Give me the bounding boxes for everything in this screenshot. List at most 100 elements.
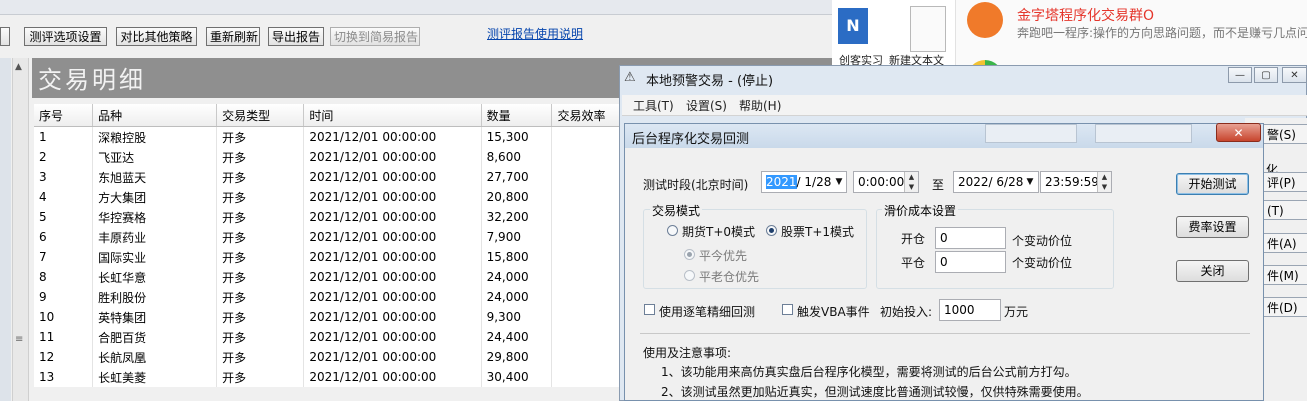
slippage-title: 滑价成本设置 [882,202,959,219]
eval-options-button[interactable]: 测评选项设置 [24,27,107,46]
table-cell: 2021/12/01 00:00:00 [303,147,482,167]
column-header[interactable]: 时间 [303,104,482,127]
spin-buttons-icon[interactable]: ▲ ▼ [904,172,918,192]
spin-buttons-icon[interactable]: ▲ ▼ [1097,172,1111,192]
table-cell: 英特集团 [92,307,218,327]
obscured-button [1095,124,1192,143]
stock-mode-radio[interactable] [766,225,777,236]
table-cell: 2021/12/01 00:00:00 [303,367,482,387]
chevron-down-icon[interactable]: ▼ [1024,172,1036,192]
text-file-icon[interactable] [910,6,946,52]
table-cell: 2021/12/01 00:00:00 [303,347,482,367]
close-old-radio[interactable] [684,270,695,281]
table-cell: 15,300 [481,126,553,147]
table-cell: 2021/12/01 00:00:00 [303,287,482,307]
chevron-down-icon[interactable]: ▼ [833,172,845,192]
close-old-label: 平老仓优先 [699,270,760,284]
fee-settings-button[interactable]: 费率设置 [1176,216,1249,238]
note-2: 2、该测试虽然更加贴近真实，但测试速度比普通测试较慢，仅供特殊需要使用。 [661,385,1089,399]
column-header[interactable]: 品种 [92,104,218,127]
warning-icon: ⚠ [624,70,636,85]
table-cell: 2021/12/01 00:00:00 [303,187,482,207]
table-cell: 开多 [216,207,305,227]
open-slippage-input[interactable]: 0 [935,227,1006,249]
initial-investment-input[interactable]: 1000 [939,299,1001,321]
notification-title[interactable]: 金字塔程序化交易群O [1017,5,1154,25]
table-cell: 24,400 [481,327,553,347]
dialog-close-button[interactable]: ✕ [1216,123,1261,142]
trade-detail-title: 交易明细 [38,66,146,94]
table-cell: 12 [34,347,94,367]
minimize-icon[interactable]: — [1228,67,1252,83]
side-button-a[interactable]: 件(A) [1262,233,1307,253]
scroll-grip-icon[interactable]: ≡ [15,334,23,345]
trade-mode-title: 交易模式 [650,202,703,219]
table-cell: 20,800 [481,187,553,207]
close-button[interactable]: 关闭 [1176,260,1249,282]
table-cell: 5 [34,207,94,227]
side-button-t[interactable]: (T) [1262,200,1307,220]
table-cell: 华控赛格 [92,207,218,227]
table-cell: 10 [34,307,94,327]
close-slippage-label: 平仓 [901,256,926,270]
table-cell: 29,800 [481,347,553,367]
close-today-label: 平今优先 [699,249,748,263]
start-test-button[interactable]: 开始测试 [1176,173,1249,195]
initial-investment-unit: 万元 [1004,305,1029,319]
compare-strategies-button[interactable]: 对比其他策略 [116,27,197,46]
column-header[interactable]: 数量 [481,104,553,127]
refresh-button[interactable]: 重新刷新 [206,27,260,46]
stock-mode-label: 股票T+1模式 [781,225,855,239]
notes-title: 使用及注意事项: [643,346,732,360]
word-document-icon[interactable]: N [838,8,868,44]
table-cell: 合肥百货 [92,327,218,347]
note-1: 1、该功能用来高仿真实盘后台程序化模型，需要将测试的后台公式前方打勾。 [661,365,1077,379]
column-header[interactable]: 序号 [34,104,94,127]
switch-simple-report-button[interactable]: 切换到简易报告 [330,27,420,46]
table-cell: 30,400 [481,367,553,387]
side-button-s[interactable]: 警(S) [1262,124,1307,144]
scroll-up-arrow-icon[interactable]: ▲ [15,62,22,72]
close-icon[interactable]: ✕ [1282,67,1307,83]
to-label: 至 [932,178,945,192]
close-today-radio[interactable] [684,249,695,260]
per-tick-label: 使用逐笔精细回测 [659,305,756,319]
table-cell: 27,700 [481,167,553,187]
table-cell: 开多 [216,327,305,347]
side-button-d[interactable]: 件(D) [1262,297,1307,317]
menu-tools[interactable]: 工具(T) [633,97,674,114]
per-tick-checkbox[interactable] [644,304,655,315]
dialog-separator [640,333,1250,334]
maximize-icon[interactable]: ▢ [1254,67,1278,83]
vertical-scrollbar[interactable] [12,58,29,401]
column-header[interactable]: 交易类型 [216,104,305,127]
table-cell: 国际实业 [92,247,218,267]
table-cell: 开多 [216,307,305,327]
table-cell: 7 [34,247,94,267]
report-help-link[interactable]: 测评报告使用说明 [487,25,583,42]
table-cell: 9,300 [481,307,553,327]
table-cell: 2021/12/01 00:00:00 [303,247,482,267]
table-cell: 11 [34,327,94,347]
table-cell: 开多 [216,147,305,167]
close-slippage-input[interactable]: 0 [935,251,1006,273]
table-cell: 3 [34,167,94,187]
table-cell: 长虹美菱 [92,367,218,387]
table-cell: 24,000 [481,267,553,287]
table-cell: 24,000 [481,287,553,307]
toolbar-partial-button[interactable] [0,27,10,46]
side-button-m[interactable]: 件(M) [1262,265,1307,285]
futures-mode-label: 期货T+0模式 [682,225,756,239]
futures-mode-radio[interactable] [667,225,678,236]
vba-event-checkbox[interactable] [782,304,793,315]
table-cell: 15,800 [481,247,553,267]
menu-help[interactable]: 帮助(H) [739,97,781,114]
side-button-p[interactable]: 评(P) [1262,172,1307,192]
briefcase-icon [967,2,1003,38]
table-cell: 长虹华意 [92,267,218,287]
slippage-group [876,209,1114,289]
export-report-button[interactable]: 导出报告 [268,27,324,46]
menu-settings[interactable]: 设置(S) [686,97,727,114]
close-slippage-unit: 个变动价位 [1012,256,1073,270]
table-cell: 2021/12/01 00:00:00 [303,327,482,347]
